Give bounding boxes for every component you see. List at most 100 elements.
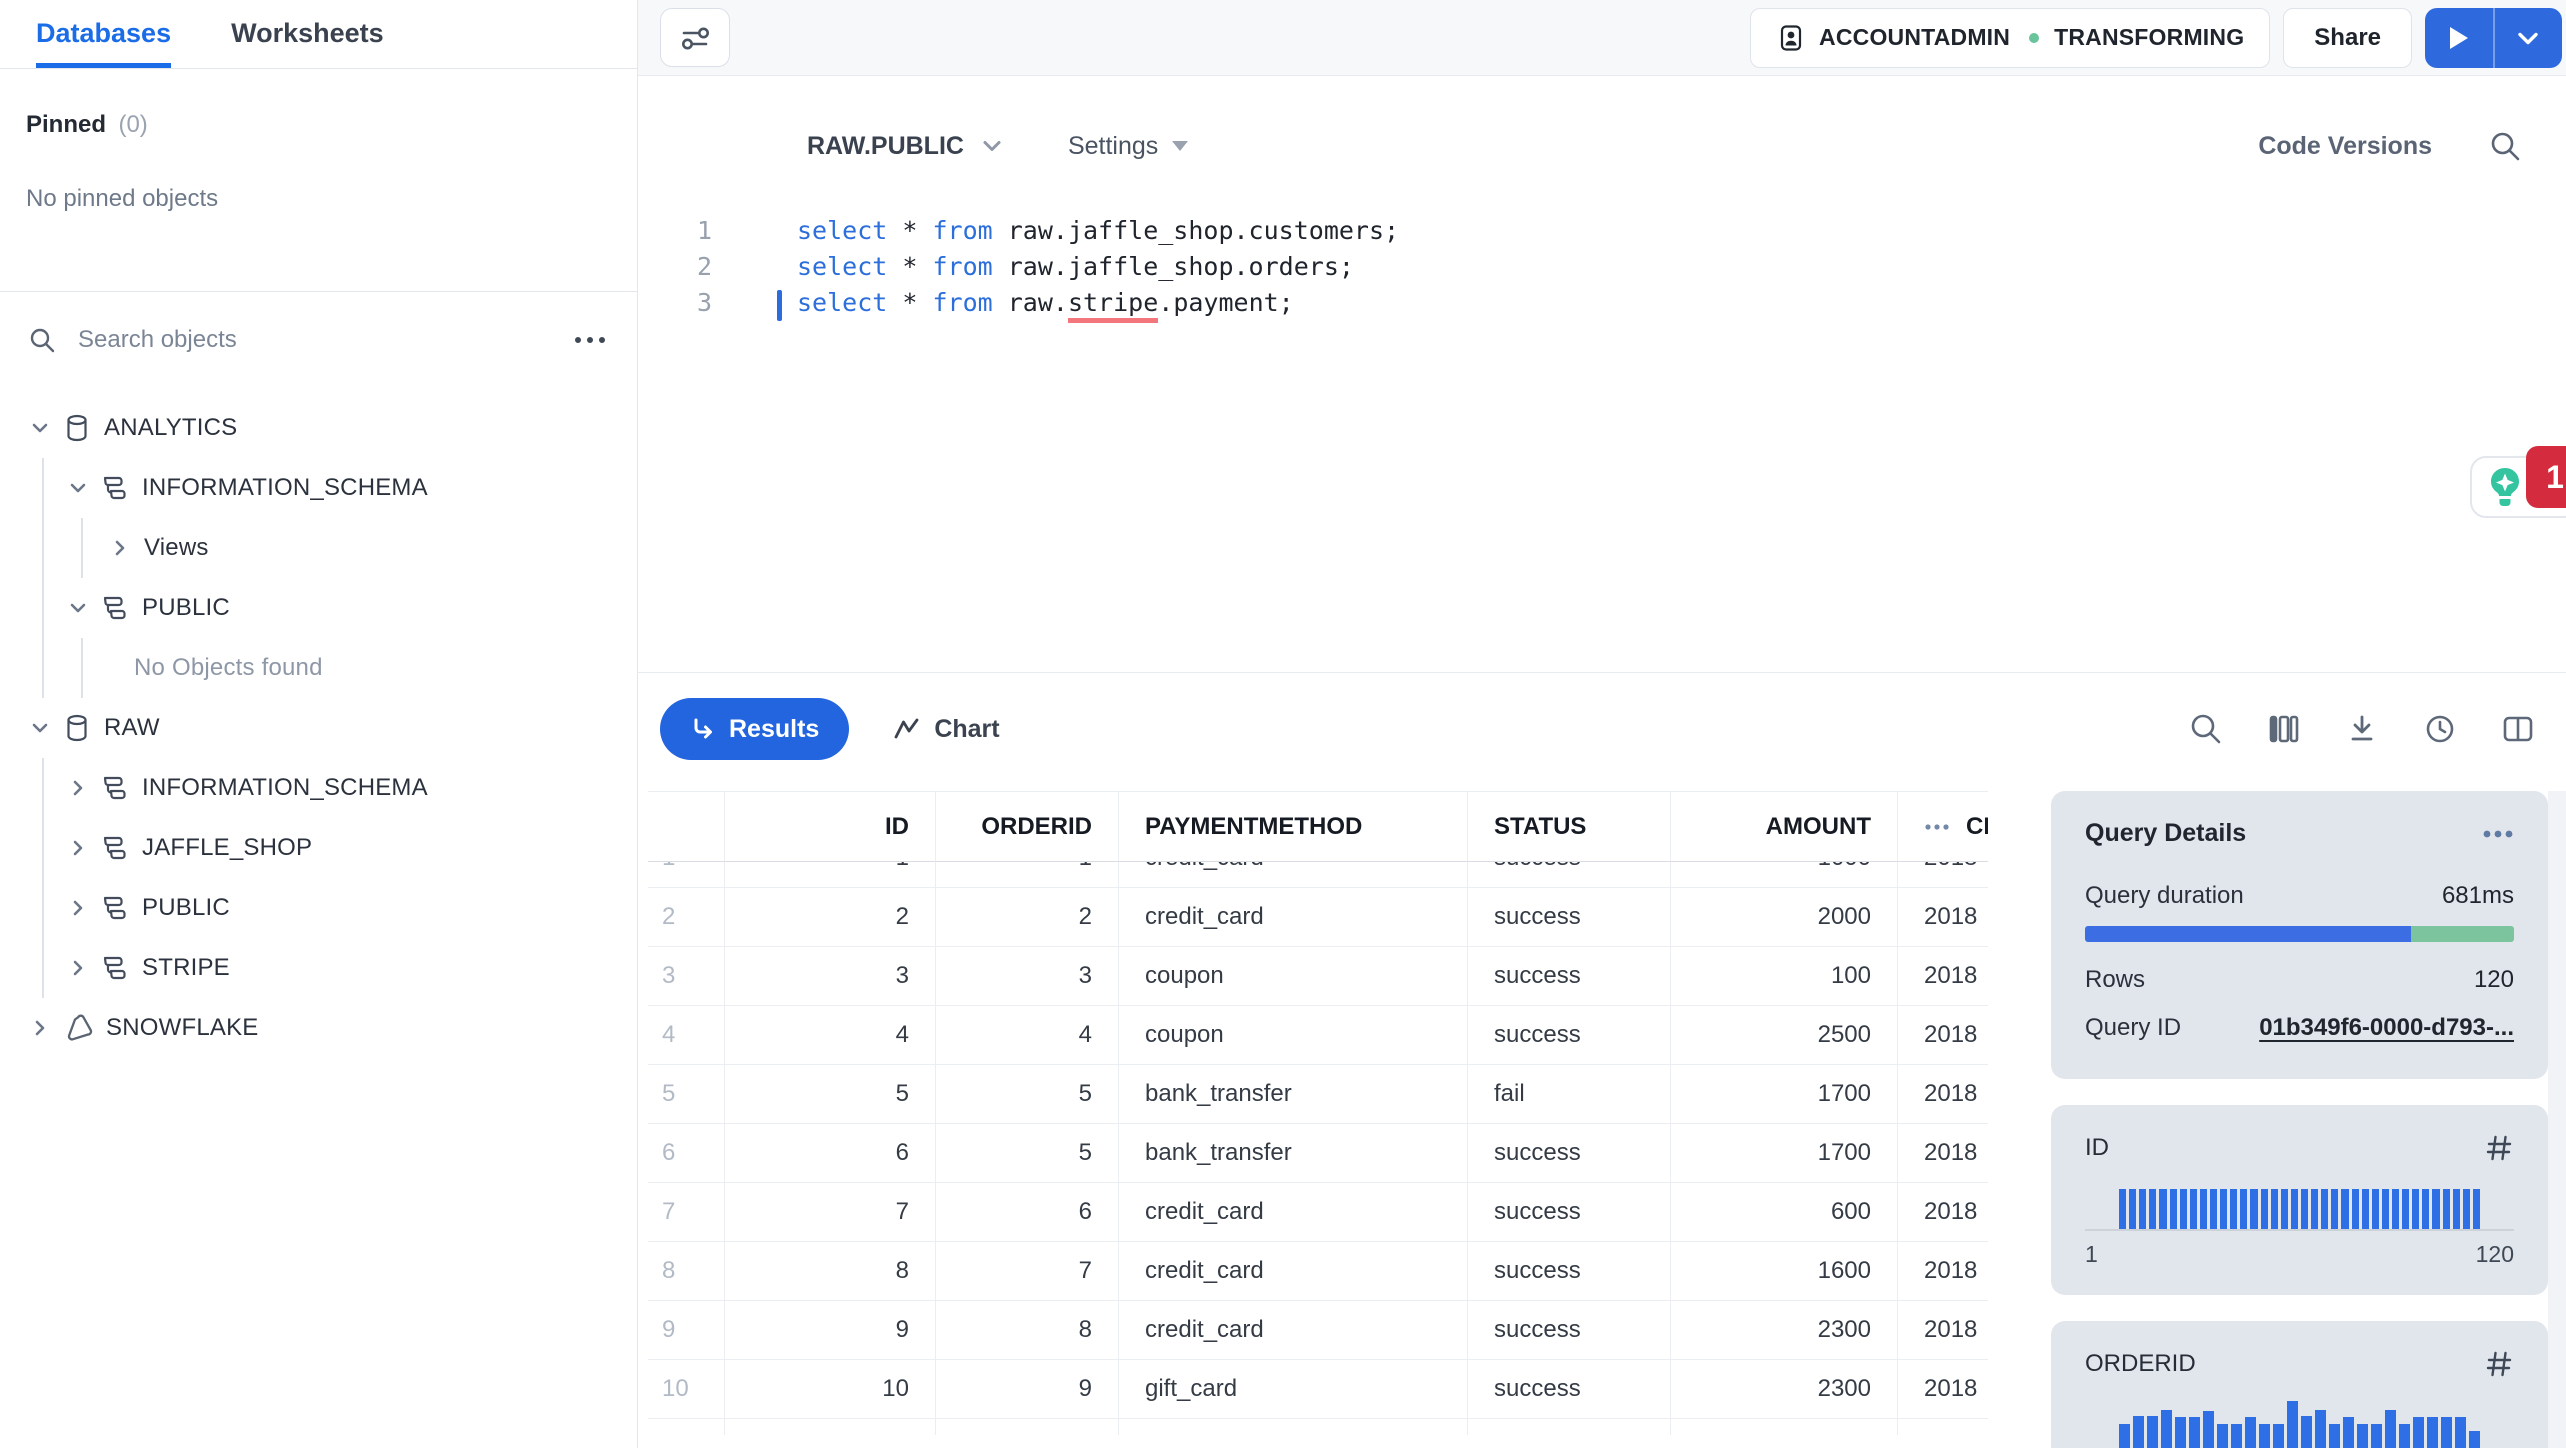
table-cell[interactable]: 2018 (1898, 1360, 1988, 1419)
table-cell[interactable] (725, 1419, 936, 1435)
table-cell[interactable]: coupon (1119, 1006, 1468, 1065)
table-cell[interactable]: 5 (936, 1065, 1119, 1124)
table-cell[interactable]: 6 (936, 1183, 1119, 1242)
table-row[interactable]: 4 4 4 coupon success 2500 2018 (648, 1006, 1988, 1065)
chevron-down-icon[interactable] (66, 477, 90, 499)
code-line-1[interactable]: 1 select * from raw.jaffle_shop.customers… (638, 212, 2566, 248)
table-cell[interactable]: 2018 (1898, 1006, 1988, 1065)
tab-chart[interactable]: Chart (893, 715, 1000, 744)
database-schema-selector[interactable]: RAW.PUBLIC (807, 132, 1004, 161)
table-cell[interactable]: 1 (936, 862, 1119, 888)
tree-item-jaffle-shop[interactable]: JAFFLE_SHOP (0, 818, 637, 878)
sidebar-more-icon[interactable] (573, 335, 607, 345)
table-cell[interactable]: success (1468, 1124, 1671, 1183)
table-row-clipped[interactable]: 111credit_cardsuccess10002018 (648, 862, 1988, 888)
column-header-created[interactable]: CREATED (1898, 792, 1988, 862)
table-row[interactable]: 3 3 3 coupon success 100 2018 (648, 947, 1988, 1006)
run-button[interactable] (2425, 8, 2493, 68)
chevron-down-icon[interactable] (66, 597, 90, 619)
table-cell[interactable]: credit_card (1119, 888, 1468, 947)
tree-item-public[interactable]: PUBLIC (0, 878, 637, 938)
table-cell[interactable]: 4 (725, 1006, 936, 1065)
table-cell[interactable]: 2018 (1898, 1183, 1988, 1242)
share-button[interactable]: Share (2283, 7, 2412, 68)
history-icon[interactable] (2422, 711, 2458, 747)
columns-icon[interactable] (2266, 711, 2302, 747)
chevron-right-icon[interactable] (66, 837, 90, 859)
table-cell[interactable] (1119, 1419, 1468, 1435)
table-cell[interactable]: 2018 (1898, 1124, 1988, 1183)
table-cell[interactable]: 2018 (1898, 1242, 1988, 1301)
table-cell[interactable]: 7 (725, 1183, 936, 1242)
table-cell[interactable]: 2500 (1671, 1006, 1898, 1065)
table-cell[interactable]: 5 (936, 1124, 1119, 1183)
tree-item-raw[interactable]: RAW (0, 698, 637, 758)
table-cell[interactable]: success (1468, 1006, 1671, 1065)
code-line-3[interactable]: 3 select * from raw.stripe.payment; (638, 284, 2566, 323)
table-cell[interactable]: 6 (725, 1124, 936, 1183)
chevron-right-icon[interactable] (66, 777, 90, 799)
table-row-clipped[interactable] (648, 1419, 1988, 1435)
table-cell[interactable]: 2018 (1898, 888, 1988, 947)
chevron-right-icon[interactable] (108, 537, 132, 559)
table-row[interactable]: 9 9 8 credit_card success 2300 2018 (648, 1301, 1988, 1360)
table-cell[interactable]: 3 (725, 947, 936, 1006)
tab-databases[interactable]: Databases (36, 0, 172, 68)
id-histogram[interactable] (2085, 1185, 2514, 1229)
tree-item-analytics[interactable]: ANALYTICS (0, 398, 637, 458)
table-cell[interactable] (936, 1419, 1119, 1435)
table-cell[interactable]: success (1468, 862, 1671, 888)
table-cell[interactable]: credit_card (1119, 862, 1468, 888)
table-cell[interactable]: coupon (1119, 947, 1468, 1006)
table-cell[interactable]: credit_card (1119, 1183, 1468, 1242)
sql-editor[interactable]: 1 select * from raw.jaffle_shop.customers… (638, 190, 2566, 672)
query-id-link[interactable]: 01b349f6-0000-d793-... (2259, 1014, 2514, 1042)
column-header-orderid[interactable]: ORDERID (936, 792, 1119, 862)
tree-item-information-schema[interactable]: INFORMATION_SCHEMA (0, 458, 637, 518)
code-line-2[interactable]: 2 select * from raw.jaffle_shop.orders; (638, 248, 2566, 284)
column-header-amount[interactable]: AMOUNT (1671, 792, 1898, 862)
tree-item-views[interactable]: Views (0, 518, 637, 578)
worksheet-filters-button[interactable] (660, 8, 730, 67)
column-header-status[interactable]: STATUS (1468, 792, 1671, 862)
table-cell[interactable]: 1 (725, 862, 936, 888)
table-cell[interactable]: 1700 (1671, 1124, 1898, 1183)
table-cell[interactable]: 2300 (1671, 1301, 1898, 1360)
table-cell[interactable]: gift_card (1119, 1360, 1468, 1419)
table-cell[interactable]: 2 (725, 888, 936, 947)
table-cell[interactable]: 9 (936, 1360, 1119, 1419)
table-cell[interactable]: 1700 (1671, 1065, 1898, 1124)
table-cell[interactable] (1468, 1419, 1671, 1435)
table-cell[interactable]: 600 (1671, 1183, 1898, 1242)
chevron-right-icon[interactable] (28, 1017, 52, 1039)
table-cell[interactable]: 3 (936, 947, 1119, 1006)
column-menu-icon[interactable] (1924, 823, 1950, 831)
settings-dropdown[interactable]: Settings (1068, 132, 1189, 161)
tree-item-information-schema[interactable]: INFORMATION_SCHEMA (0, 758, 637, 818)
orderid-histogram[interactable] (2085, 1401, 2514, 1448)
table-cell[interactable]: success (1468, 1360, 1671, 1419)
run-options-button[interactable] (2495, 8, 2563, 68)
tree-item-stripe[interactable]: STRIPE (0, 938, 637, 998)
table-cell[interactable]: credit_card (1119, 1301, 1468, 1360)
table-cell[interactable]: 2300 (1671, 1360, 1898, 1419)
tab-results[interactable]: Results (660, 698, 850, 760)
table-cell[interactable]: success (1468, 1301, 1671, 1360)
table-cell[interactable] (1898, 1419, 1988, 1435)
code-versions-link[interactable]: Code Versions (2258, 132, 2432, 161)
table-row[interactable]: 7 7 6 credit_card success 600 2018 (648, 1183, 1988, 1242)
table-cell[interactable]: 2018 (1898, 862, 1988, 888)
results-search-icon[interactable] (2188, 711, 2224, 747)
column-header-id[interactable]: ID (725, 792, 936, 862)
code-text[interactable]: select * from raw.stripe.payment; (777, 287, 1294, 323)
tree-item-snowflake[interactable]: SNOWFLAKE (0, 998, 637, 1058)
results-table[interactable]: IDORDERIDPAYMENTMETHODSTATUSAMOUNTCREATE… (648, 791, 1988, 1435)
search-input[interactable]: Search objects (78, 326, 237, 354)
table-row[interactable]: 10 10 9 gift_card success 2300 2018 (648, 1360, 1988, 1419)
table-cell[interactable]: 2018 (1898, 947, 1988, 1006)
role-warehouse-selector[interactable]: ACCOUNTADMIN TRANSFORMING (1750, 7, 2271, 68)
suggestion-widget[interactable]: 1 (2470, 446, 2566, 518)
card-more-icon[interactable] (2482, 829, 2514, 839)
table-cell[interactable]: 8 (936, 1301, 1119, 1360)
table-cell[interactable]: bank_transfer (1119, 1124, 1468, 1183)
